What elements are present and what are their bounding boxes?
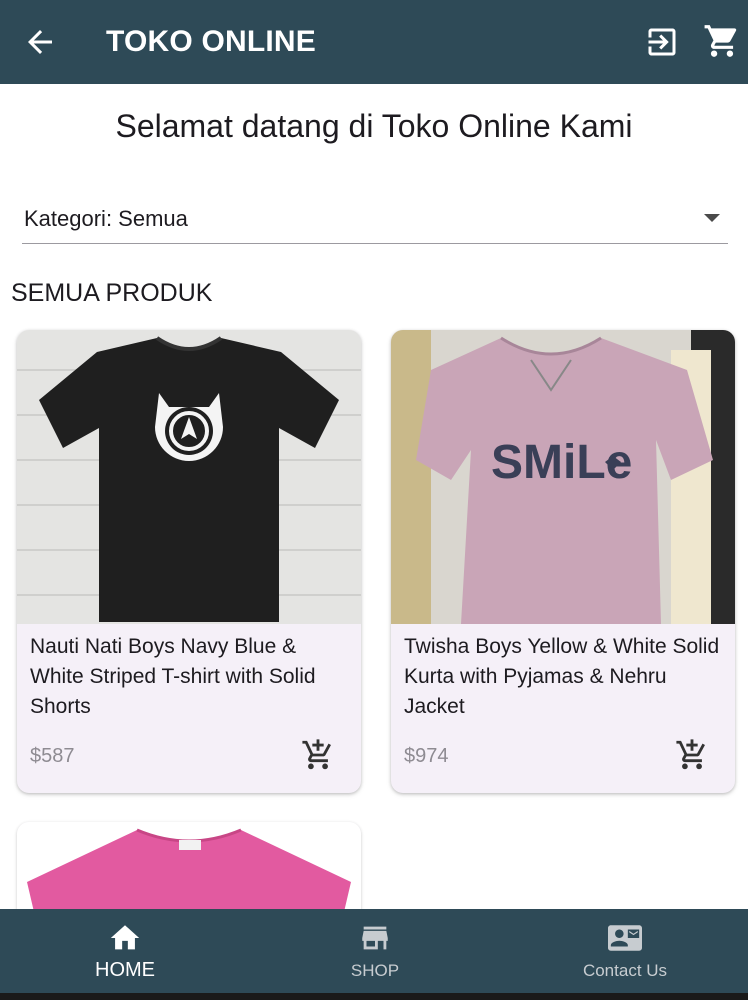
product-card[interactable]: Nauti Nati Boys Navy Blue & White Stripe… [17,330,361,793]
nav-shop[interactable]: SHOP [250,909,500,993]
add-to-cart-icon[interactable] [301,738,335,772]
arrow-back-icon[interactable] [22,24,58,60]
shopping-cart-icon[interactable] [703,22,741,60]
product-card[interactable]: SMiLe Twisha Boys Yellow & White Solid K… [391,330,735,793]
app-title: TOKO ONLINE [106,25,316,58]
bottom-navigation: HOME SHOP Contact Us [0,909,748,993]
product-name: Twisha Boys Yellow & White Solid Kurta w… [404,635,720,718]
category-selected-value: Kategori: Semua [24,206,188,231]
home-icon [110,925,140,950]
nav-home-label: HOME [95,959,155,981]
nav-home[interactable]: HOME [0,909,250,993]
welcome-heading: Selamat datang di Toko Online Kami [115,108,633,144]
product-price: $974 [404,745,449,767]
nav-contact-label: Contact Us [582,961,668,980]
pink-smile-tshirt-image: SMiLe [391,330,735,624]
product-name: Nauti Nati Boys Navy Blue & White Stripe… [30,635,316,718]
add-to-cart-icon[interactable] [675,738,709,772]
store-icon [362,926,388,950]
product-price: $587 [30,745,75,767]
contact-card-icon [608,925,642,951]
nav-contact[interactable]: Contact Us [500,909,748,993]
dropdown-arrow-icon [704,214,720,222]
logout-icon[interactable] [644,24,680,60]
nav-shop-label: SHOP [350,961,400,980]
app-bar: TOKO ONLINE [0,0,748,84]
section-title: SEMUA PRODUK [11,279,213,307]
black-tshirt-image [17,330,361,624]
category-dropdown[interactable]: Kategori: Semua [22,196,728,244]
system-bar [0,993,748,1000]
